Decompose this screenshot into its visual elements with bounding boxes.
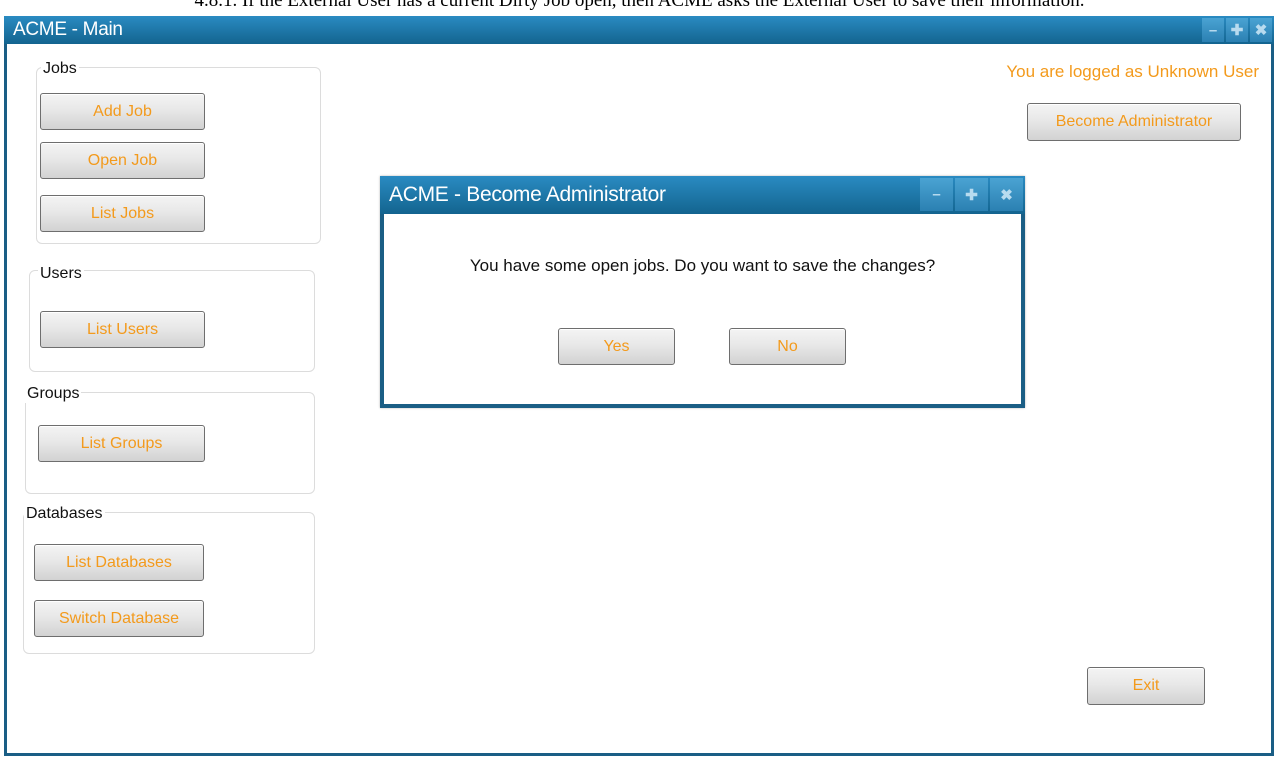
list-groups-button[interactable]: List Groups [38,425,205,462]
list-users-button[interactable]: List Users [40,311,205,348]
dialog-window-controls: – ✚ ✖ [918,178,1023,211]
minimize-icon[interactable]: – [1202,18,1224,42]
switch-database-button[interactable]: Switch Database [34,600,204,637]
main-titlebar[interactable]: ACME - Main – ✚ ✖ [4,16,1274,44]
minimize-icon[interactable]: – [920,178,953,211]
close-icon[interactable]: ✖ [1250,18,1272,42]
groups-group-label: Groups [25,385,82,403]
yes-button[interactable]: Yes [558,328,675,365]
list-databases-button[interactable]: List Databases [34,544,204,581]
become-administrator-dialog: ACME - Become Administrator – ✚ ✖ You ha… [380,176,1025,408]
maximize-icon[interactable]: ✚ [955,178,988,211]
open-job-button[interactable]: Open Job [40,142,205,179]
main-window-controls: – ✚ ✖ [1200,18,1272,42]
dialog-title: ACME - Become Administrator [389,183,666,206]
list-jobs-button[interactable]: List Jobs [40,195,205,232]
databases-group-label: Databases [24,505,105,523]
jobs-group-label: Jobs [41,60,79,78]
caption-text: 4.8.1. If the External User has a curren… [194,0,1085,11]
dialog-titlebar[interactable]: ACME - Become Administrator – ✚ ✖ [380,176,1025,214]
no-button[interactable]: No [729,328,846,365]
close-icon[interactable]: ✖ [990,178,1023,211]
become-administrator-button[interactable]: Become Administrator [1027,103,1241,141]
maximize-icon[interactable]: ✚ [1226,18,1248,42]
exit-button[interactable]: Exit [1087,667,1205,705]
login-status-text: You are logged as Unknown User [1006,62,1259,81]
main-window-title: ACME - Main [13,19,123,40]
add-job-button[interactable]: Add Job [40,93,205,130]
dialog-message: You have some open jobs. Do you want to … [469,256,936,275]
users-group-label: Users [38,265,84,283]
